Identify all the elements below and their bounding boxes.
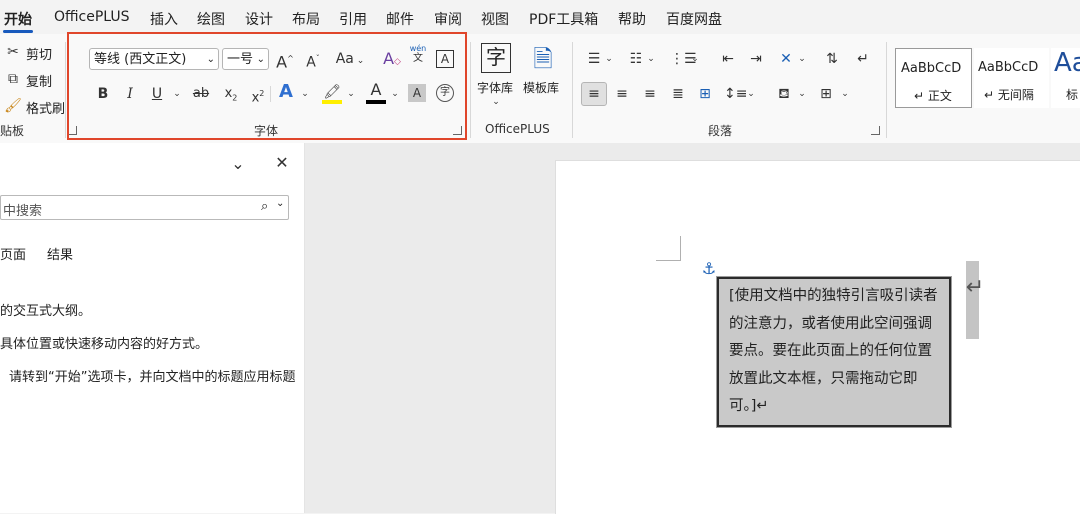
chevron-down-icon[interactable]: ⌄ [489, 92, 503, 112]
style-name: 标 [1066, 88, 1079, 102]
decrease-indent-icon[interactable]: ⇤ [718, 49, 738, 69]
tab-mailings[interactable]: 邮件 [386, 9, 414, 29]
group-separator [470, 42, 471, 138]
chevron-down-icon[interactable]: ⌄ [276, 198, 284, 209]
nav-help-line-1: 的交互式大纲。 [0, 304, 92, 319]
layout-options-handle[interactable] [966, 261, 979, 339]
align-center-icon[interactable]: ≡ [612, 84, 632, 104]
show-marks-icon[interactable]: ↵ [852, 49, 874, 69]
template-library-icon[interactable]: 🗎 [527, 42, 559, 76]
group-separator [65, 42, 66, 138]
sort-icon[interactable]: ⇅ [822, 49, 842, 69]
cut-button[interactable]: 剪切 [26, 44, 52, 63]
search-input[interactable]: 中搜索 ⌕ ⌄ [0, 195, 289, 220]
tab-results[interactable]: 结果 [47, 244, 73, 263]
style-preview: AaBbCcD [978, 60, 1039, 75]
asian-layout-icon[interactable]: ✕ [775, 49, 797, 69]
align-left-icon: ≡ [588, 86, 600, 102]
menu-bar: 开始 OfficePLUS 插入 绘图 设计 布局 引用 邮件 审阅 视图 PD… [0, 0, 1080, 34]
tab-pages[interactable]: 页面 [0, 244, 26, 263]
chevron-down-icon[interactable]: ⌄ [604, 49, 614, 69]
tab-view[interactable]: 视图 [481, 9, 509, 29]
chevron-down-icon[interactable]: ⌄ [746, 84, 756, 104]
anchor-icon[interactable]: ⚓ [700, 259, 718, 279]
style-heading[interactable]: Aa 标 [1051, 48, 1080, 108]
tab-baidu-netdisk[interactable]: 百度网盘 [666, 9, 722, 29]
justify-icon[interactable]: ≣ [668, 84, 688, 104]
multilevel-list-icon[interactable]: ⋮☰ [670, 49, 697, 69]
group-separator [886, 42, 887, 138]
font-library-icon[interactable]: 字 [481, 43, 511, 73]
tab-officeplus[interactable]: OfficePLUS [54, 9, 130, 25]
copy-button[interactable]: 复制 [26, 71, 52, 90]
style-normal[interactable]: AaBbCcD ↵ 正文 [895, 48, 972, 108]
tab-help[interactable]: 帮助 [618, 9, 646, 29]
active-tab-indicator [3, 30, 33, 33]
chevron-down-icon[interactable]: ⌄ [797, 49, 807, 69]
shading-bucket-icon[interactable]: ⛾ [774, 84, 794, 104]
template-library-button[interactable]: 模板库 [523, 79, 559, 96]
search-icon[interactable]: ⌕ [261, 199, 268, 214]
bullets-icon[interactable]: ☰ [584, 49, 604, 69]
numbering-icon[interactable]: ☷ [626, 49, 646, 69]
tab-references[interactable]: 引用 [339, 9, 367, 29]
tab-pdf-toolbox[interactable]: PDF工具箱 [529, 9, 598, 29]
nav-help-line-2: 具体位置或快速移动内容的好方式。 [0, 337, 209, 352]
search-placeholder: 中搜索 [3, 204, 43, 219]
style-preview: AaBbCcD [901, 61, 962, 76]
line-spacing-icon[interactable]: ↕≡ [724, 84, 747, 104]
nav-help-line-3: 请转到“开始”选项卡，并向文档中的标题应用标题 [9, 370, 296, 385]
chevron-down-icon[interactable]: ⌄ [690, 49, 700, 69]
format-painter-icon: 🖌 [4, 98, 22, 114]
tab-design[interactable]: 设计 [245, 9, 273, 29]
format-painter-button[interactable]: 格式刷 [26, 98, 65, 117]
officeplus-group-label: OfficePLUS [485, 122, 550, 136]
tab-insert[interactable]: 插入 [150, 9, 178, 29]
paragraph-group-label: 段落 [708, 124, 733, 138]
tab-review[interactable]: 审阅 [434, 9, 462, 29]
tab-draw[interactable]: 绘图 [197, 9, 225, 29]
close-icon[interactable]: ✕ [272, 153, 292, 173]
style-name: ↵ 正文 [914, 89, 952, 103]
clipboard-group-label: 贴板 [0, 124, 25, 138]
chevron-down-icon[interactable]: ⌄ [646, 49, 656, 69]
style-preview: Aa [1054, 48, 1080, 78]
chevron-down-icon[interactable]: ⌄ [228, 154, 248, 174]
group-separator [572, 42, 573, 138]
chevron-down-icon[interactable]: ⌄ [797, 84, 807, 104]
align-right-icon[interactable]: ≡ [640, 84, 660, 104]
style-name: ↵ 无间隔 [984, 88, 1034, 102]
font-group-highlight [67, 32, 467, 140]
scissors-icon: ✂ [7, 44, 19, 60]
distributed-icon[interactable]: ⊞ [695, 84, 715, 104]
borders-icon[interactable]: ⊞ [816, 84, 836, 104]
quote-text[interactable]: [使用文档中的独特引言吸引读者的注意力，或者使用此空间强调要点。要在此页面上的任… [729, 283, 943, 421]
paragraph-launcher-icon[interactable] [871, 126, 880, 135]
chevron-down-icon[interactable]: ⌄ [840, 84, 850, 104]
tab-layout[interactable]: 布局 [292, 9, 320, 29]
style-no-spacing[interactable]: AaBbCcD ↵ 无间隔 [974, 48, 1049, 108]
margin-corner-mark [656, 236, 681, 261]
copy-icon: ⧉ [8, 71, 18, 87]
increase-indent-icon[interactable]: ⇥ [746, 49, 766, 69]
tab-home[interactable]: 开始 [4, 9, 32, 29]
paragraph-return-mark: ↵ [965, 275, 985, 300]
